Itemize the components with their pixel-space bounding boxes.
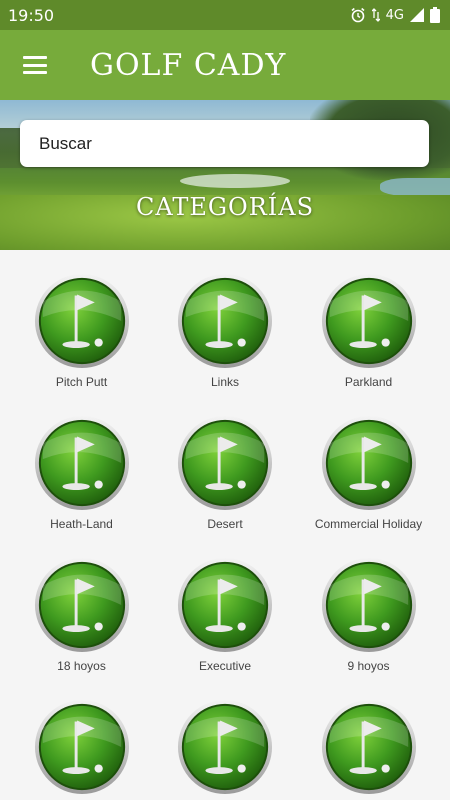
golf-flag-icon bbox=[176, 556, 274, 654]
menu-button[interactable] bbox=[0, 30, 70, 100]
golf-flag-icon bbox=[33, 414, 131, 512]
category-item-18-hoyos[interactable]: 18 hoyos bbox=[0, 556, 163, 698]
category-item-heath-land[interactable]: Heath-Land bbox=[0, 414, 163, 556]
search-input[interactable] bbox=[39, 133, 429, 154]
category-item[interactable] bbox=[0, 698, 163, 800]
hamburger-menu-icon bbox=[23, 56, 47, 74]
category-label: Heath-Land bbox=[50, 517, 113, 531]
category-item-parkland[interactable]: Parkland bbox=[287, 272, 450, 414]
category-label: Parkland bbox=[344, 375, 393, 389]
category-item-pitch-putt[interactable]: Pitch Putt bbox=[0, 272, 163, 414]
golf-flag-icon bbox=[320, 414, 418, 512]
golf-flag-icon bbox=[33, 556, 131, 654]
status-icons: 4G bbox=[350, 7, 440, 23]
category-item-executive[interactable]: Executive bbox=[163, 556, 287, 698]
category-label: Desert bbox=[207, 517, 243, 531]
category-item-desert[interactable]: Desert bbox=[163, 414, 287, 556]
golf-flag-icon bbox=[176, 698, 274, 796]
category-label: 9 hoyos bbox=[347, 659, 390, 673]
golf-flag-icon bbox=[33, 698, 131, 796]
golf-flag-icon bbox=[320, 698, 418, 796]
category-label: Commercial Holiday bbox=[314, 517, 423, 531]
golf-flag-icon bbox=[320, 556, 418, 654]
golf-flag-icon bbox=[320, 272, 418, 370]
category-item-links[interactable]: Links bbox=[163, 272, 287, 414]
category-label: Executive bbox=[198, 659, 252, 673]
category-item-9-hoyos[interactable]: 9 hoyos bbox=[287, 556, 450, 698]
hero-bunker bbox=[180, 174, 290, 188]
category-label: Pitch Putt bbox=[55, 375, 108, 389]
app-bar: GOLF CADY bbox=[0, 30, 450, 100]
network-type: 4G bbox=[385, 7, 404, 23]
battery-icon bbox=[430, 7, 440, 23]
golf-flag-icon bbox=[176, 414, 274, 512]
app-title: GOLF CADY bbox=[90, 47, 287, 83]
category-label: 18 hoyos bbox=[57, 659, 106, 673]
alarm-icon bbox=[350, 7, 366, 23]
golf-flag-icon bbox=[33, 272, 131, 370]
category-item[interactable] bbox=[163, 698, 287, 800]
category-grid: Pitch Putt Links Parkland Heath-Land Des… bbox=[0, 250, 450, 800]
category-label: Links bbox=[210, 375, 239, 389]
signal-icon bbox=[410, 8, 424, 22]
status-bar: 19:50 4G bbox=[0, 0, 450, 30]
category-item-commercial-holiday[interactable]: Commercial Holiday bbox=[287, 414, 450, 556]
status-time: 19:50 bbox=[8, 5, 55, 25]
categories-heading: CATEGORÍAS bbox=[135, 193, 315, 221]
category-item[interactable] bbox=[287, 698, 450, 800]
golf-flag-icon bbox=[176, 272, 274, 370]
search-box[interactable] bbox=[20, 120, 429, 167]
data-transfer-icon bbox=[371, 8, 380, 22]
